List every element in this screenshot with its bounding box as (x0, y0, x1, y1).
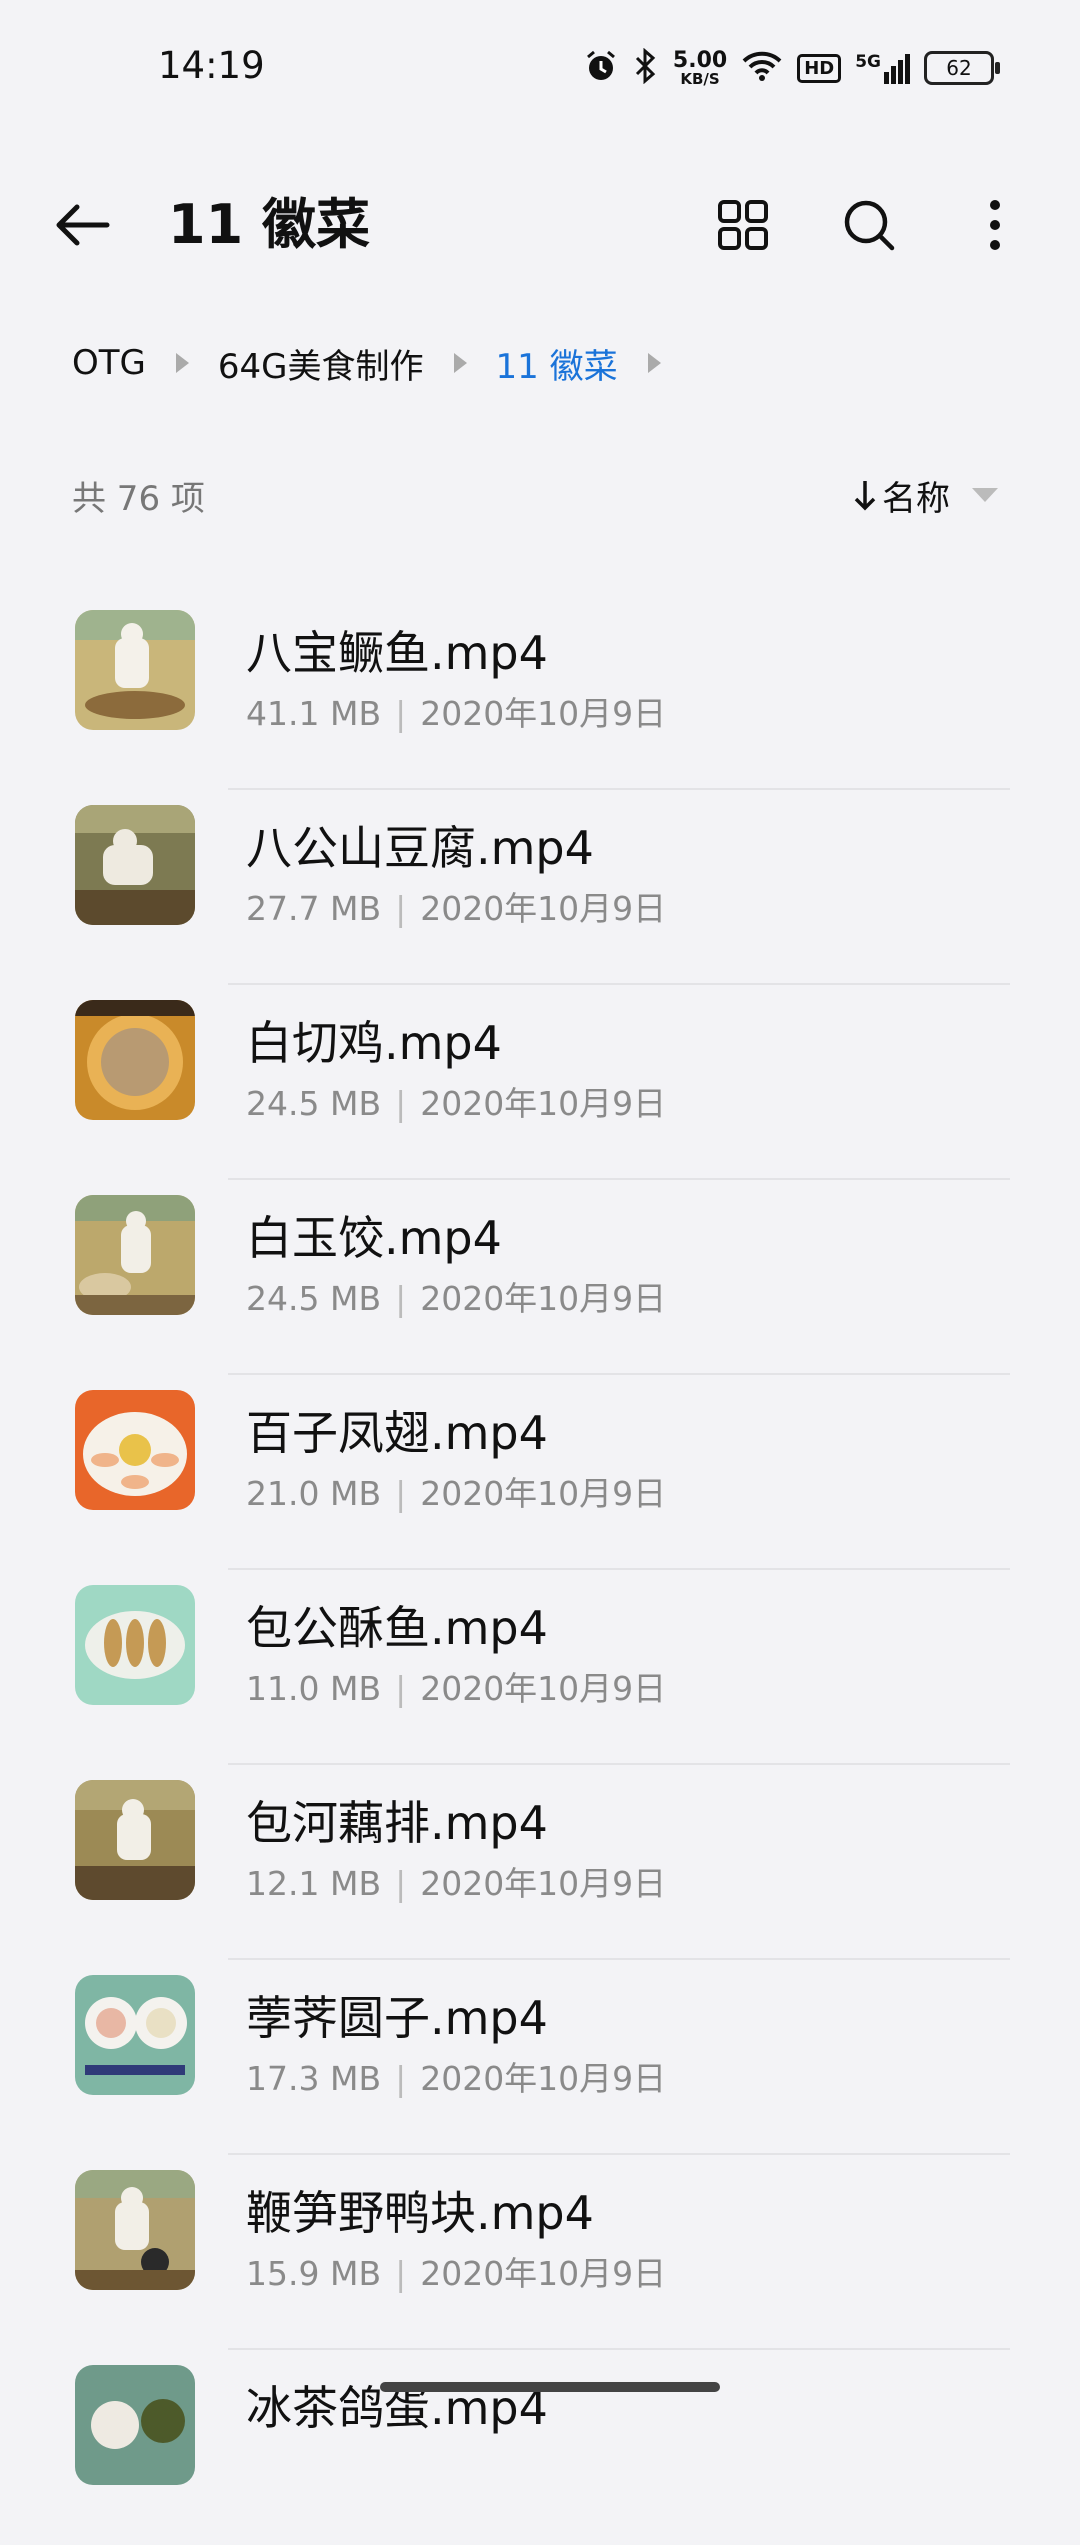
back-arrow-icon (56, 204, 110, 246)
video-thumbnail (75, 1390, 195, 1510)
file-name: 八公山豆腐.mp4 (246, 821, 594, 875)
file-name: 百子凤翅.mp4 (246, 1406, 548, 1460)
file-meta: 11.0 MB | 2020年10月9日 (246, 1669, 667, 1708)
breadcrumb: OTG 64G美食制作 11 徽菜 (72, 335, 690, 391)
grid-view-icon (718, 200, 768, 250)
file-name: 白玉饺.mp4 (246, 1211, 502, 1265)
search-button[interactable] (836, 192, 902, 258)
list-item[interactable]: 冰茶鸽蛋.mp4 (0, 2350, 1080, 2545)
list-item[interactable]: 荸荠圆子.mp4 17.3 MB | 2020年10月9日 (0, 1960, 1080, 2155)
signal-icon: 5G (855, 52, 910, 84)
status-time: 14:19 (158, 44, 265, 87)
list-header: 共 76 项 名称 (72, 465, 1000, 525)
list-item[interactable]: 包河藕排.mp4 12.1 MB | 2020年10月9日 (0, 1765, 1080, 1960)
file-name: 八宝鳜鱼.mp4 (246, 626, 548, 680)
video-thumbnail (75, 2170, 195, 2290)
list-item[interactable]: 八公山豆腐.mp4 27.7 MB | 2020年10月9日 (0, 790, 1080, 985)
status-bar: 14:19 5.00 KB/S HD 5G 62 (0, 0, 1080, 130)
sort-label: 名称 (882, 478, 950, 519)
list-item[interactable]: 八宝鳜鱼.mp4 41.1 MB | 2020年10月9日 (0, 595, 1080, 790)
file-list: 八宝鳜鱼.mp4 41.1 MB | 2020年10月9日 八公山豆腐.mp4 27… (0, 595, 1080, 2545)
search-icon (844, 200, 895, 251)
video-thumbnail (75, 2365, 195, 2485)
file-meta: 41.1 MB | 2020年10月9日 (246, 694, 667, 733)
chevron-right-icon (646, 351, 662, 375)
sort-down-arrow-icon (854, 481, 876, 511)
list-item[interactable]: 白玉饺.mp4 24.5 MB | 2020年10月9日 (0, 1180, 1080, 1375)
more-vertical-icon (990, 200, 1000, 250)
list-item[interactable]: 百子凤翅.mp4 21.0 MB | 2020年10月9日 (0, 1375, 1080, 1570)
list-item[interactable]: 包公酥鱼.mp4 11.0 MB | 2020年10月9日 (0, 1570, 1080, 1765)
list-item[interactable]: 白切鸡.mp4 24.5 MB | 2020年10月9日 (0, 985, 1080, 1180)
file-meta: 12.1 MB | 2020年10月9日 (246, 1864, 667, 1903)
video-thumbnail (75, 1975, 195, 2095)
file-meta: 27.7 MB | 2020年10月9日 (246, 889, 667, 928)
battery-icon: 62 (924, 51, 1000, 85)
video-thumbnail (75, 1585, 195, 1705)
list-item[interactable]: 鞭笋野鸭块.mp4 15.9 MB | 2020年10月9日 (0, 2155, 1080, 2350)
file-name: 包公酥鱼.mp4 (246, 1601, 548, 1655)
home-indicator[interactable] (380, 2382, 720, 2392)
grid-view-button[interactable] (710, 192, 776, 258)
video-thumbnail (75, 1780, 195, 1900)
network-speed: 5.00 KB/S (672, 47, 728, 88)
file-name: 包河藕排.mp4 (246, 1796, 548, 1850)
video-thumbnail (75, 1195, 195, 1315)
page-title: 11 徽菜 (168, 193, 370, 256)
file-meta: 21.0 MB | 2020年10月9日 (246, 1474, 667, 1513)
back-button[interactable] (50, 192, 116, 258)
wifi-icon (741, 49, 783, 87)
breadcrumb-64g[interactable]: 64G美食制作 (218, 339, 424, 388)
video-thumbnail (75, 805, 195, 925)
app-bar: 11 徽菜 (0, 170, 1080, 280)
breadcrumb-otg[interactable]: OTG (72, 343, 146, 383)
hd-badge: HD (797, 53, 842, 83)
more-options-button[interactable] (962, 192, 1028, 258)
file-meta: 24.5 MB | 2020年10月9日 (246, 1279, 667, 1318)
file-meta: 17.3 MB | 2020年10月9日 (246, 2059, 667, 2098)
bluetooth-icon (633, 47, 659, 88)
file-meta: 24.5 MB | 2020年10月9日 (246, 1084, 667, 1123)
status-icons: 5.00 KB/S HD 5G 62 (583, 44, 1000, 92)
sort-button[interactable]: 名称 (854, 471, 1000, 520)
file-name: 荸荠圆子.mp4 (246, 1991, 548, 2045)
video-thumbnail (75, 610, 195, 730)
video-thumbnail (75, 1000, 195, 1120)
dropdown-triangle-icon (972, 488, 998, 502)
alarm-icon (583, 48, 619, 88)
file-name: 鞭笋野鸭块.mp4 (246, 2186, 594, 2240)
item-count: 共 76 项 (72, 478, 205, 519)
file-meta: 15.9 MB | 2020年10月9日 (246, 2254, 667, 2293)
chevron-right-icon (174, 351, 190, 375)
breadcrumb-current[interactable]: 11 徽菜 (496, 339, 618, 388)
chevron-right-icon (452, 351, 468, 375)
file-name: 白切鸡.mp4 (246, 1016, 502, 1070)
